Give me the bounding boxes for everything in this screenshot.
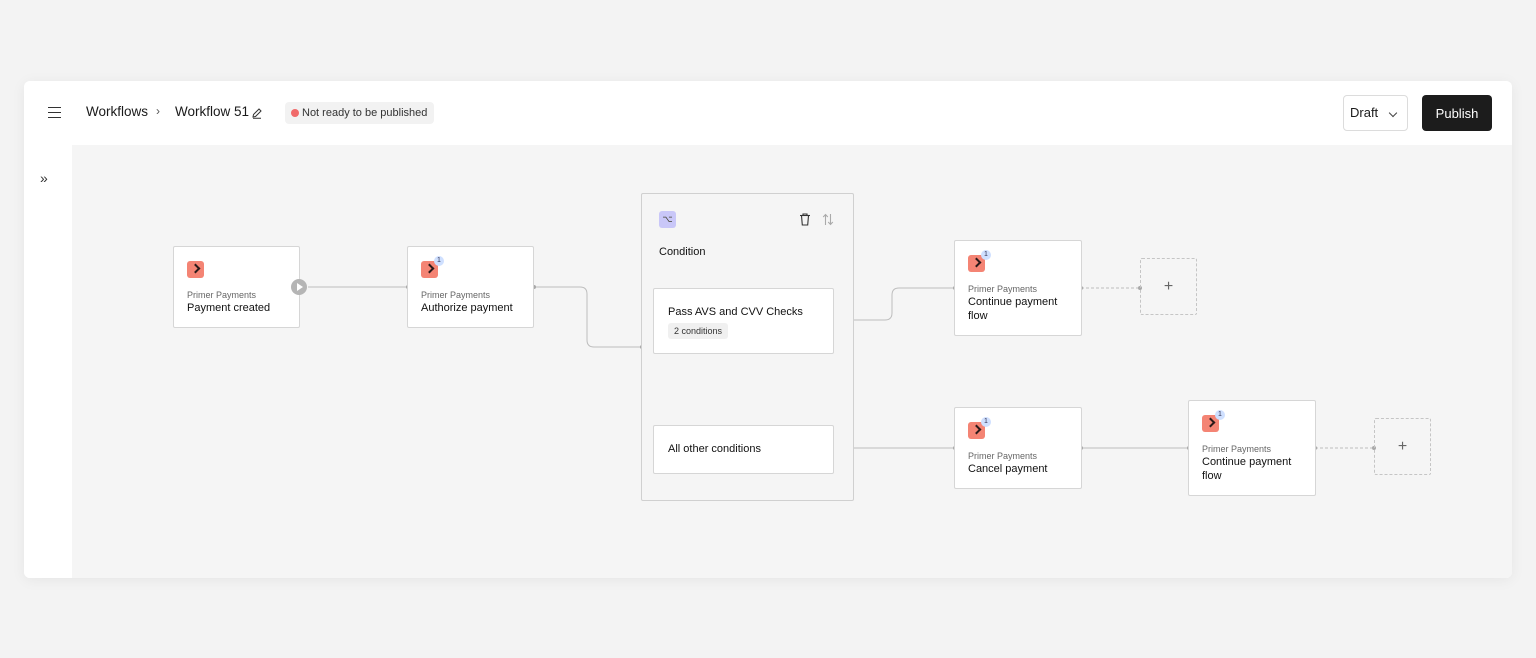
breadcrumb-workflows[interactable]: Workflows [86,104,148,119]
node-title: Continue payment flow [1202,456,1292,482]
node-cancel-payment[interactable]: 1 Primer Payments Cancel payment [954,407,1082,489]
node-provider: Primer Payments [1202,444,1272,454]
node-continue-payment-flow-top[interactable]: 1 Primer Payments Continue payment flow [954,240,1082,336]
node-title: Cancel payment [968,463,1048,475]
branch-condition-count: 2 conditions [668,323,729,339]
node-count-badge: 1 [1215,410,1225,420]
hamburger-icon[interactable] [44,103,64,123]
status-label: Not ready to be published [302,107,428,119]
node-provider: Primer Payments [187,290,257,300]
sidebar: » [24,145,72,578]
node-provider: Primer Payments [421,290,491,300]
condition-branch-pass-checks[interactable]: Pass AVS and CVV Checks 2 conditions [653,288,834,354]
publish-button[interactable]: Publish [1422,95,1492,131]
draft-select-value: Draft [1350,105,1379,120]
top-bar: Workflows › Workflow 51 Not ready to be … [24,81,1512,145]
status-dot [291,109,299,117]
condition-branch-other[interactable]: All other conditions [653,425,834,474]
add-step-button-top[interactable]: + [1140,258,1197,315]
workflow-editor-window: Workflows › Workflow 51 Not ready to be … [24,81,1512,578]
node-title: Continue payment flow [968,296,1058,322]
node-payment-created[interactable]: Primer Payments Payment created [173,246,300,328]
connector-authorize-condition [534,286,641,348]
node-continue-payment-flow-bottom[interactable]: 1 Primer Payments Continue payment flow [1188,400,1316,496]
node-provider: Primer Payments [968,451,1038,461]
pencil-icon[interactable] [251,107,263,119]
branch-title: All other conditions [668,443,761,455]
node-provider: Primer Payments [968,284,1038,294]
breadcrumb-separator: › [156,104,160,118]
chevron-down-icon [1388,108,1398,118]
expand-sidebar-icon[interactable]: » [40,170,48,186]
node-title: Payment created [187,302,271,314]
node-count-badge: 1 [981,417,991,427]
sort-arrows-icon[interactable] [822,213,834,226]
workflow-canvas[interactable]: Primer Payments Payment created 1 Primer… [72,145,1512,578]
node-title: Authorize payment [421,302,513,314]
node-count-badge: 1 [434,256,444,266]
branch-title: Pass AVS and CVV Checks [668,306,803,318]
node-count-badge: 1 [981,250,991,260]
draft-select[interactable]: Draft [1343,95,1408,131]
branch-icon: ⌥ [659,211,676,228]
trash-icon[interactable] [799,213,811,226]
add-step-button-bottom[interactable]: + [1374,418,1431,475]
status-badge: Not ready to be published [285,102,435,124]
breadcrumb-current: Workflow 51 [175,104,250,119]
condition-group[interactable]: ⌥ Condition Pass AVS and CVV Checks 2 co… [641,193,854,501]
node-authorize-payment[interactable]: 1 Primer Payments Authorize payment [407,246,534,328]
primer-payments-icon [187,261,204,278]
play-icon[interactable] [291,279,307,295]
condition-label: Condition [659,246,706,258]
